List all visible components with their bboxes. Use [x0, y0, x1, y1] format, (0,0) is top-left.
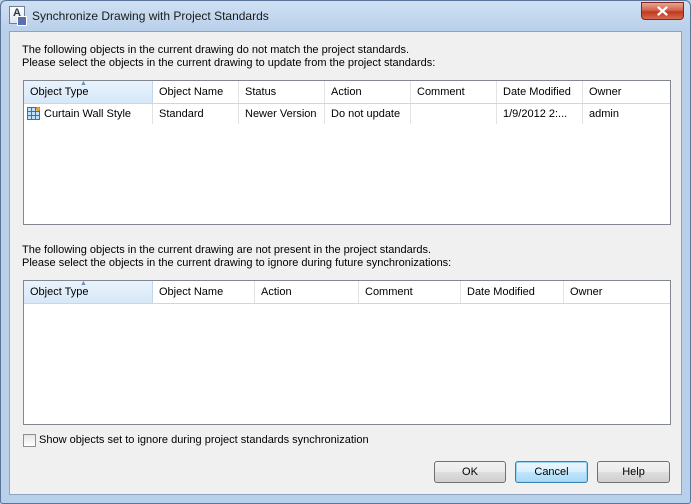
sort-ascending-icon: ▲ — [80, 81, 87, 87]
column-header-owner[interactable]: Owner — [564, 281, 670, 303]
ok-button[interactable]: OK — [434, 461, 506, 483]
cell-object-name: Standard — [153, 104, 239, 124]
app-icon: A — [9, 6, 27, 26]
list-header: ▲ Object Type Object Name Action Comment… — [24, 281, 670, 304]
show-ignored-objects-checkbox[interactable] — [23, 434, 36, 447]
column-header-action[interactable]: Action — [255, 281, 359, 303]
dialog-body: The following objects in the current dra… — [9, 31, 682, 495]
section2-description-line1: The following objects in the current dra… — [22, 244, 432, 256]
section2-description-line2: Please select the objects in the current… — [22, 257, 452, 269]
close-icon — [657, 6, 668, 16]
column-header-comment[interactable]: Comment — [411, 81, 497, 103]
column-header-object-name[interactable]: Object Name — [153, 81, 239, 103]
cell-comment[interactable] — [411, 104, 497, 124]
title-bar[interactable]: A Synchronize Drawing with Project Stand… — [1, 1, 690, 31]
section1-description-line1: The following objects in the current dra… — [22, 44, 410, 56]
cell-action[interactable]: Do not update — [325, 104, 411, 124]
column-header-object-name[interactable]: Object Name — [153, 281, 255, 303]
column-header-object-type[interactable]: ▲ Object Type — [24, 281, 153, 303]
column-header-date-modified[interactable]: Date Modified — [461, 281, 564, 303]
sort-ascending-icon: ▲ — [80, 281, 87, 287]
section1-description-line2: Please select the objects in the current… — [22, 57, 436, 69]
cell-object-type: Curtain Wall Style — [24, 104, 153, 124]
show-ignored-objects-label[interactable]: Show objects set to ignore during projec… — [39, 434, 369, 447]
cell-status: Newer Version — [239, 104, 325, 124]
curtain-wall-style-icon — [27, 107, 40, 120]
help-button[interactable]: Help — [597, 461, 670, 483]
close-button[interactable] — [641, 2, 684, 20]
column-header-comment[interactable]: Comment — [359, 281, 461, 303]
dialog-window: A Synchronize Drawing with Project Stand… — [0, 0, 691, 504]
column-header-date-modified[interactable]: Date Modified — [497, 81, 583, 103]
cancel-button[interactable]: Cancel — [515, 461, 588, 483]
window-title: Synchronize Drawing with Project Standar… — [32, 9, 269, 23]
cell-date-modified: 1/9/2012 2:... — [497, 104, 583, 124]
mismatched-objects-list[interactable]: ▲ Object Type Object Name Status Action … — [23, 80, 671, 225]
column-header-object-type[interactable]: ▲ Object Type — [24, 81, 153, 103]
cell-owner: admin — [589, 108, 619, 120]
column-header-action[interactable]: Action — [325, 81, 411, 103]
missing-objects-list[interactable]: ▲ Object Type Object Name Action Comment… — [23, 280, 671, 425]
column-header-status[interactable]: Status — [239, 81, 325, 103]
list-header: ▲ Object Type Object Name Status Action … — [24, 81, 670, 104]
column-header-owner[interactable]: Owner — [583, 81, 670, 103]
table-row[interactable]: Curtain Wall Style Standard Newer Versio… — [24, 104, 670, 124]
